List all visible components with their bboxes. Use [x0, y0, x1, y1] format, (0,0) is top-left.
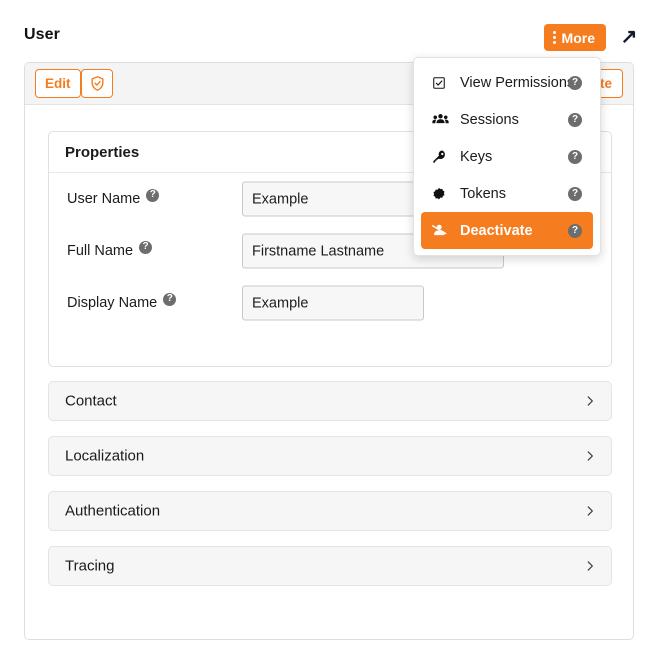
- chevron-right-icon: [583, 394, 597, 408]
- user-slash-icon: [432, 223, 451, 238]
- display-name-help-icon[interactable]: ?: [163, 293, 176, 306]
- full-name-help-icon[interactable]: ?: [139, 241, 152, 254]
- kebab-menu-icon: [553, 31, 556, 44]
- page-title: User: [24, 26, 60, 44]
- chevron-right-icon: [583, 559, 597, 573]
- section-authentication-label: Authentication: [65, 503, 160, 520]
- users-icon: [432, 112, 451, 127]
- menu-item-view-permissions-label: View Permissions: [460, 75, 574, 91]
- deactivate-help-icon[interactable]: ?: [568, 224, 582, 238]
- tokens-help-icon[interactable]: ?: [568, 187, 582, 201]
- shield-check-button[interactable]: [81, 69, 113, 98]
- section-contact-label: Contact: [65, 393, 117, 410]
- full-name-label: Full Name ?: [67, 243, 152, 259]
- external-link-arrow-icon[interactable]: ↗: [618, 25, 640, 47]
- edit-button-label: Edit: [45, 76, 71, 91]
- full-name-label-text: Full Name: [67, 243, 133, 259]
- page-header: User More ↗: [0, 0, 658, 58]
- more-button-label: More: [562, 31, 595, 45]
- view-permissions-help-icon[interactable]: ?: [568, 76, 582, 90]
- section-tracing-label: Tracing: [65, 558, 114, 575]
- menu-item-deactivate[interactable]: Deactivate ?: [421, 212, 593, 249]
- menu-item-sessions[interactable]: Sessions ?: [421, 101, 593, 138]
- user-name-label: User Name ?: [67, 191, 159, 207]
- sessions-help-icon[interactable]: ?: [568, 113, 582, 127]
- section-localization[interactable]: Localization: [48, 436, 612, 476]
- display-name-input[interactable]: [242, 286, 424, 321]
- section-contact[interactable]: Contact: [48, 381, 612, 421]
- token-badge-icon: [432, 187, 451, 201]
- user-name-help-icon[interactable]: ?: [146, 189, 159, 202]
- edit-button[interactable]: Edit: [35, 69, 81, 98]
- chevron-right-icon: [583, 449, 597, 463]
- section-localization-label: Localization: [65, 448, 144, 465]
- user-name-label-text: User Name: [67, 191, 140, 207]
- menu-item-view-permissions[interactable]: View Permissions ?: [421, 64, 593, 101]
- section-tracing[interactable]: Tracing: [48, 546, 612, 586]
- checkbox-checked-icon: [432, 76, 451, 90]
- user-name-input[interactable]: [242, 182, 424, 217]
- key-icon: [432, 149, 451, 164]
- keys-help-icon[interactable]: ?: [568, 150, 582, 164]
- menu-item-sessions-label: Sessions: [460, 112, 519, 128]
- user-detail-page: User More ↗ Edit te: [0, 0, 658, 658]
- menu-item-tokens[interactable]: Tokens ?: [421, 175, 593, 212]
- shield-check-icon: [89, 75, 106, 92]
- menu-item-keys-label: Keys: [460, 149, 492, 165]
- display-name-label: Display Name ?: [67, 295, 176, 311]
- menu-item-tokens-label: Tokens: [460, 186, 506, 202]
- section-authentication[interactable]: Authentication: [48, 491, 612, 531]
- display-name-label-text: Display Name: [67, 295, 157, 311]
- more-button[interactable]: More: [544, 24, 606, 51]
- field-row-display-name: Display Name ?: [49, 277, 611, 329]
- chevron-right-icon: [583, 504, 597, 518]
- menu-item-keys[interactable]: Keys ?: [421, 138, 593, 175]
- delete-button-label: te: [600, 76, 612, 91]
- menu-item-deactivate-label: Deactivate: [460, 223, 533, 239]
- more-dropdown-menu: View Permissions ? Sessions ?: [413, 57, 601, 256]
